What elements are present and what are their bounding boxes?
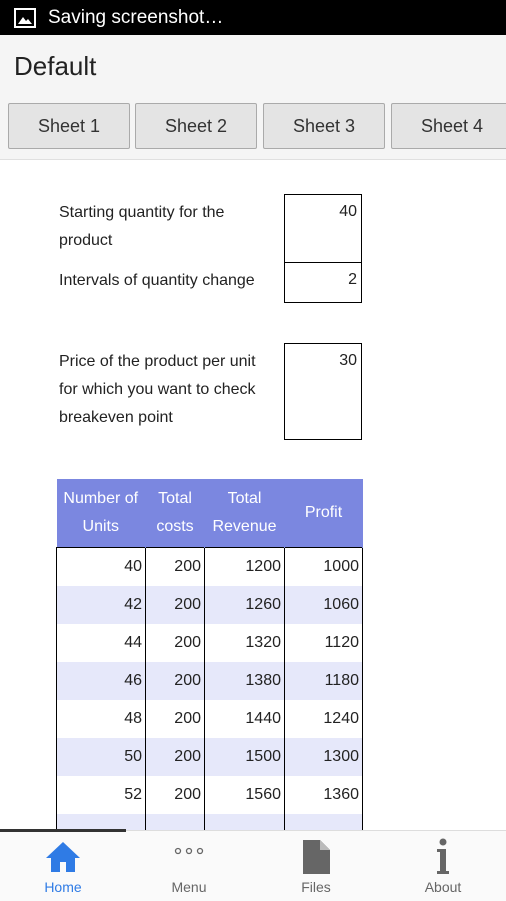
nav-menu[interactable]: Menu: [126, 831, 252, 901]
table-cell: 46: [56, 662, 146, 700]
tab-sheet-1[interactable]: Sheet 1: [8, 103, 130, 149]
interval-field[interactable]: 2: [284, 262, 362, 303]
table-row: 40 200 1200 1000: [56, 547, 363, 586]
file-icon: [253, 839, 379, 875]
table-cell: 1300: [284, 738, 363, 776]
nav-label-files: Files: [301, 879, 331, 895]
table-cell: 200: [145, 586, 205, 624]
price-label-line2: for which you want to check: [59, 381, 256, 398]
header-line: Revenue: [212, 518, 277, 535]
tab-sheet-2[interactable]: Sheet 2: [135, 103, 257, 149]
table-row: 42 200 1260 1060: [56, 586, 363, 624]
header-line: Profit: [304, 504, 343, 521]
table-cell: 200: [145, 662, 205, 700]
more-dots-icon: [126, 831, 252, 871]
table-cell: 200: [145, 738, 205, 776]
table-row: 52 200 1560 1360: [56, 776, 363, 814]
table-cell: 52: [56, 776, 146, 814]
table-cell: 200: [145, 776, 205, 814]
bottom-nav: Home Menu Files About: [0, 829, 506, 901]
table-cell: 1440: [204, 700, 285, 738]
table-cell: 1120: [284, 624, 363, 662]
table-cell: 1240: [284, 700, 363, 738]
header-line: costs: [156, 518, 194, 535]
header-number-of-units: Number of Units: [56, 479, 146, 548]
table-cell: 1320: [204, 624, 285, 662]
table-cell: 200: [145, 547, 205, 586]
table-header-row: Number of Units Total costs Total Revenu…: [56, 479, 363, 548]
table-row: 50 200 1500 1300: [56, 738, 363, 776]
app-bar: Default: [0, 35, 506, 97]
nav-label-home: Home: [44, 879, 82, 895]
nav-home[interactable]: Home: [0, 831, 126, 901]
header-line: Total: [227, 490, 262, 507]
table-cell: 200: [145, 700, 205, 738]
price-label-line3: breakeven point: [59, 409, 173, 426]
starting-quantity-field[interactable]: 40: [284, 194, 362, 263]
sheet-tabs: Sheet 1 Sheet 2 Sheet 3 Sheet 4: [0, 97, 506, 160]
table-cell: 44: [56, 624, 146, 662]
starting-quantity-label: Starting quantity for the product: [59, 199, 224, 255]
header-total-revenue: Total Revenue: [204, 479, 285, 548]
table-cell: 1560: [204, 776, 285, 814]
image-icon: [14, 7, 36, 28]
table-cell: 1180: [284, 662, 363, 700]
table-cell: 1360: [284, 776, 363, 814]
table-cell: 200: [145, 624, 205, 662]
status-text: Saving screenshot…: [48, 6, 224, 28]
nav-files[interactable]: Files: [253, 831, 379, 901]
price-label: Price of the product per unit for which …: [59, 348, 256, 432]
table-cell: 1260: [204, 586, 285, 624]
status-bar: Saving screenshot…: [0, 0, 506, 35]
nav-about[interactable]: About: [380, 831, 506, 901]
table-cell: 1060: [284, 586, 363, 624]
starting-quantity-label-line1: Starting quantity for the: [59, 204, 225, 221]
header-line: Total: [158, 490, 192, 507]
header-line: Number of: [63, 490, 139, 507]
table-cell: 1380: [204, 662, 285, 700]
table-row: 48 200 1440 1240: [56, 700, 363, 738]
tab-sheet-3[interactable]: Sheet 3: [263, 103, 385, 149]
table-cell: 1000: [284, 547, 363, 586]
nav-label-menu: Menu: [171, 879, 207, 895]
table-cell: 1500: [204, 738, 285, 776]
breakeven-table: Number of Units Total costs Total Revenu…: [56, 479, 363, 852]
header-line: Units: [82, 518, 119, 535]
interval-label: Intervals of quantity change: [59, 272, 255, 289]
table-cell: 42: [56, 586, 146, 624]
price-field[interactable]: 30: [284, 343, 362, 440]
table-cell: 1200: [204, 547, 285, 586]
home-icon: [0, 839, 126, 875]
nav-label-about: About: [424, 879, 462, 895]
info-icon: [380, 838, 506, 875]
price-label-line1: Price of the product per unit: [59, 353, 256, 370]
table-cell: 50: [56, 738, 146, 776]
header-total-costs: Total costs: [145, 479, 205, 548]
page-title: Default: [14, 50, 97, 81]
starting-quantity-label-line2: product: [59, 232, 113, 249]
table-row: 44 200 1320 1120: [56, 624, 363, 662]
header-profit: Profit: [284, 479, 363, 548]
table-row: 46 200 1380 1180: [56, 662, 363, 700]
table-cell: 40: [56, 547, 146, 586]
table-cell: 48: [56, 700, 146, 738]
tab-sheet-4[interactable]: Sheet 4: [391, 103, 506, 149]
